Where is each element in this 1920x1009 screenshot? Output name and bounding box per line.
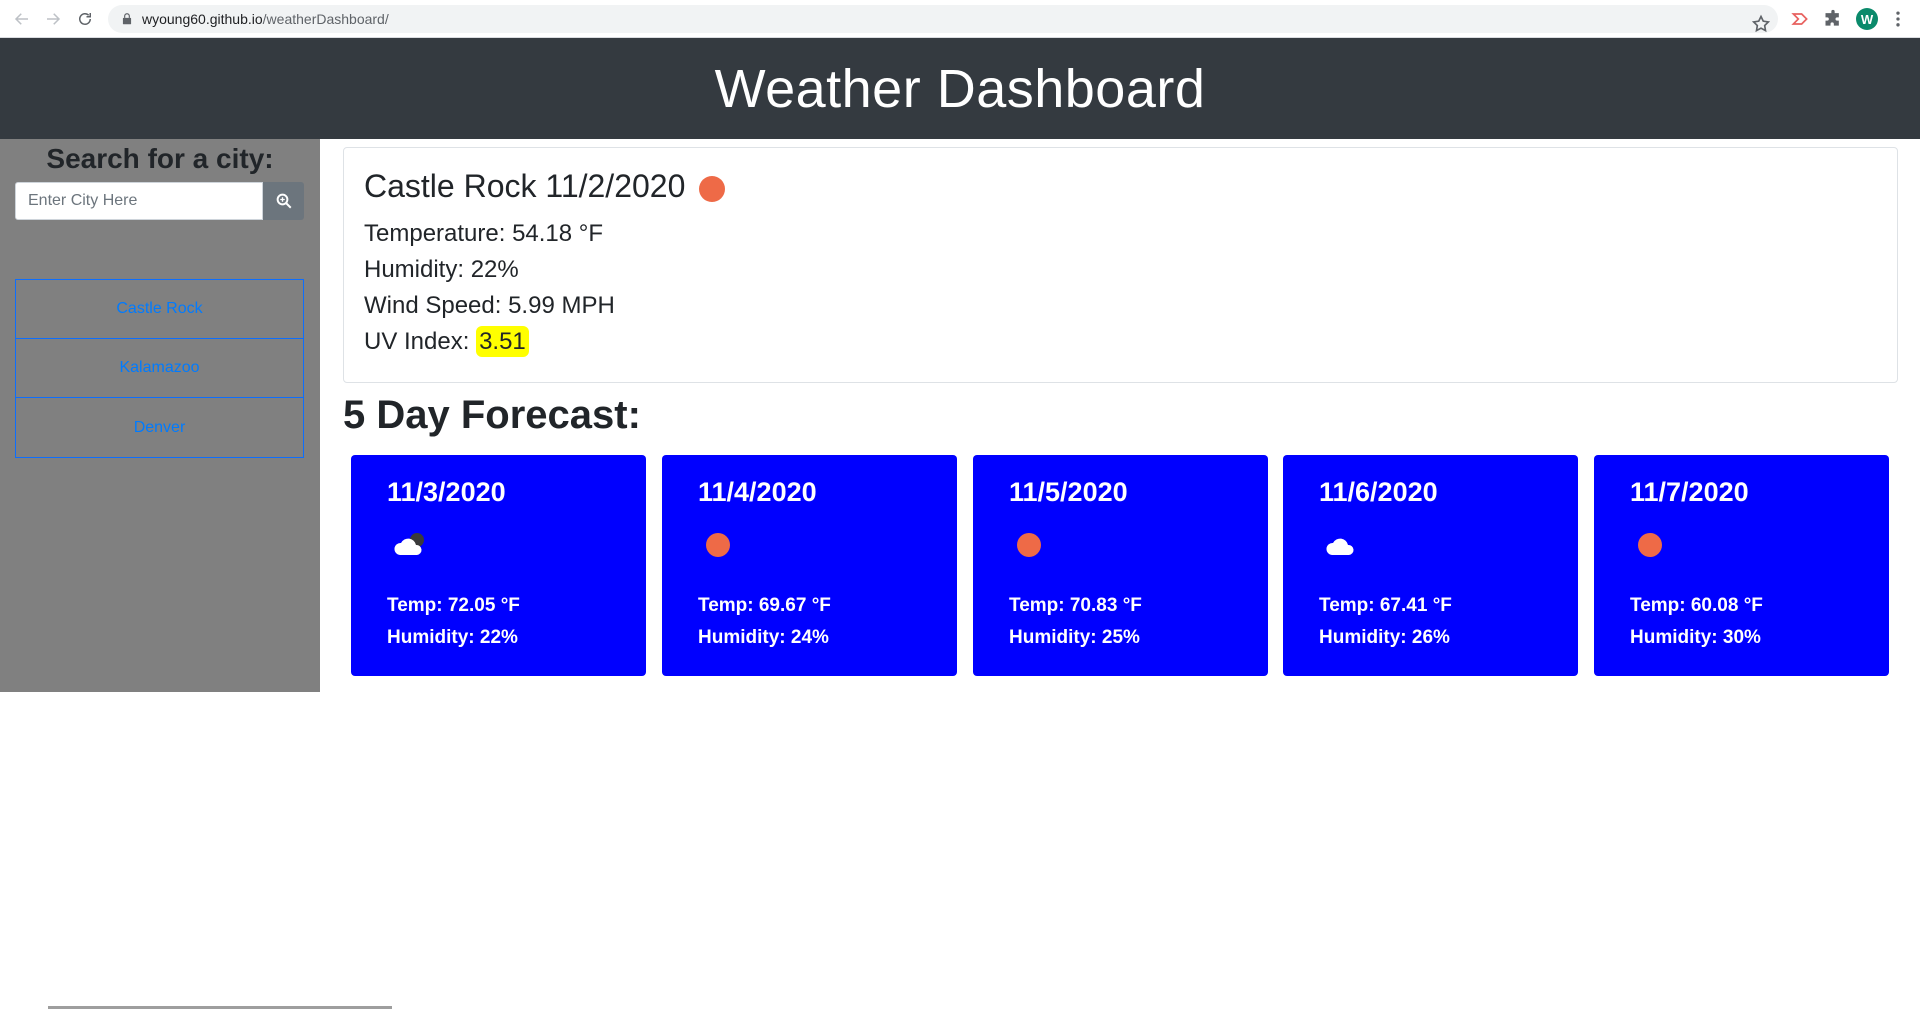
extensions-puzzle-icon[interactable] <box>1823 9 1843 29</box>
current-wind-speed: Wind Speed: 5.99 MPH <box>364 292 615 319</box>
current-uv-index: UV Index: 3.51 <box>364 326 529 357</box>
bookmark-star-icon[interactable] <box>1751 14 1771 34</box>
forecast-card: 11/6/2020 Temp: 67.41 °F Humidity: 26% <box>1283 455 1578 676</box>
url-path: /weatherDashboard/ <box>262 11 389 27</box>
search-heading: Search for a city: <box>46 143 274 174</box>
browser-toolbar: wyoung60.github.io/weatherDashboard/ W <box>0 0 1920 38</box>
forecast-humidity: Humidity: 22% <box>387 627 518 648</box>
uv-badge: 3.51 <box>476 326 529 357</box>
forecast-temp: Temp: 69.67 °F <box>698 595 831 616</box>
forecast-humidity: Humidity: 24% <box>698 627 829 648</box>
profile-avatar[interactable]: W <box>1856 8 1878 30</box>
sun-icon <box>1638 533 1662 557</box>
site-header: Weather Dashboard <box>0 38 1920 139</box>
current-temperature: Temperature: 54.18 °F <box>364 220 604 247</box>
search-icon <box>276 193 291 209</box>
forecast-card: 11/7/2020 Temp: 60.08 °F Humidity: 30% <box>1594 455 1889 676</box>
history-item-castle-rock[interactable]: Castle Rock <box>16 280 303 339</box>
current-weather-card: Castle Rock 11/2/2020 Temperature: 54.18… <box>343 147 1898 383</box>
search-button[interactable] <box>263 182 304 220</box>
forecast-temp: Temp: 60.08 °F <box>1630 595 1763 616</box>
sidebar: Search for a city: Castle Rock Kalamazoo… <box>0 139 320 692</box>
sun-icon <box>1017 533 1041 557</box>
url-text: wyoung60.github.io/weatherDashboard/ <box>142 11 389 27</box>
forecast-card: 11/4/2020 Temp: 69.67 °F Humidity: 24% <box>662 455 957 676</box>
extension-red-icon[interactable] <box>1790 9 1810 29</box>
forecast-humidity: Humidity: 26% <box>1319 627 1450 648</box>
forecast-card: 11/5/2020 Temp: 70.83 °F Humidity: 25% <box>973 455 1268 676</box>
sun-icon <box>699 175 726 202</box>
menu-kebab-icon[interactable] <box>1888 9 1908 29</box>
current-weather-heading: Castle Rock 11/2/2020 <box>364 168 726 205</box>
forecast-date: 11/3/2020 <box>387 477 506 507</box>
forecast-card: 11/3/2020 Temp: 72.05 °F Humidity: 22% <box>351 455 646 676</box>
page: Weather Dashboard Search for a city: Cas… <box>0 38 1920 1009</box>
url-host: wyoung60.github.io <box>142 11 263 27</box>
history-item-denver[interactable]: Denver <box>16 398 303 457</box>
reload-icon[interactable] <box>73 7 97 31</box>
cloud-night-icon <box>394 533 424 555</box>
back-icon[interactable] <box>10 7 34 31</box>
city-search-input[interactable] <box>15 182 263 220</box>
uv-label: UV Index: <box>364 328 477 355</box>
search-history-list: Castle Rock Kalamazoo Denver <box>15 279 304 458</box>
forecast-temp: Temp: 67.41 °F <box>1319 595 1452 616</box>
sun-icon <box>706 533 730 557</box>
forecast-humidity: Humidity: 30% <box>1630 627 1761 648</box>
page-title: Weather Dashboard <box>714 58 1206 119</box>
forecast-date: 11/7/2020 <box>1630 477 1749 507</box>
cloud-icon <box>1326 538 1354 555</box>
forecast-date: 11/5/2020 <box>1009 477 1128 507</box>
forecast-date: 11/6/2020 <box>1319 477 1438 507</box>
address-bar[interactable]: wyoung60.github.io/weatherDashboard/ <box>108 5 1778 33</box>
forecast-temp: Temp: 72.05 °F <box>387 595 520 616</box>
forecast-humidity: Humidity: 25% <box>1009 627 1140 648</box>
current-humidity: Humidity: 22% <box>364 256 519 283</box>
forecast-temp: Temp: 70.83 °F <box>1009 595 1142 616</box>
forecast-heading: 5 Day Forecast: <box>343 393 641 437</box>
forecast-date: 11/4/2020 <box>698 477 817 507</box>
history-item-kalamazoo[interactable]: Kalamazoo <box>16 339 303 398</box>
lock-icon <box>122 13 132 25</box>
forward-icon[interactable] <box>41 7 65 31</box>
current-city-date: Castle Rock 11/2/2020 <box>364 168 686 204</box>
